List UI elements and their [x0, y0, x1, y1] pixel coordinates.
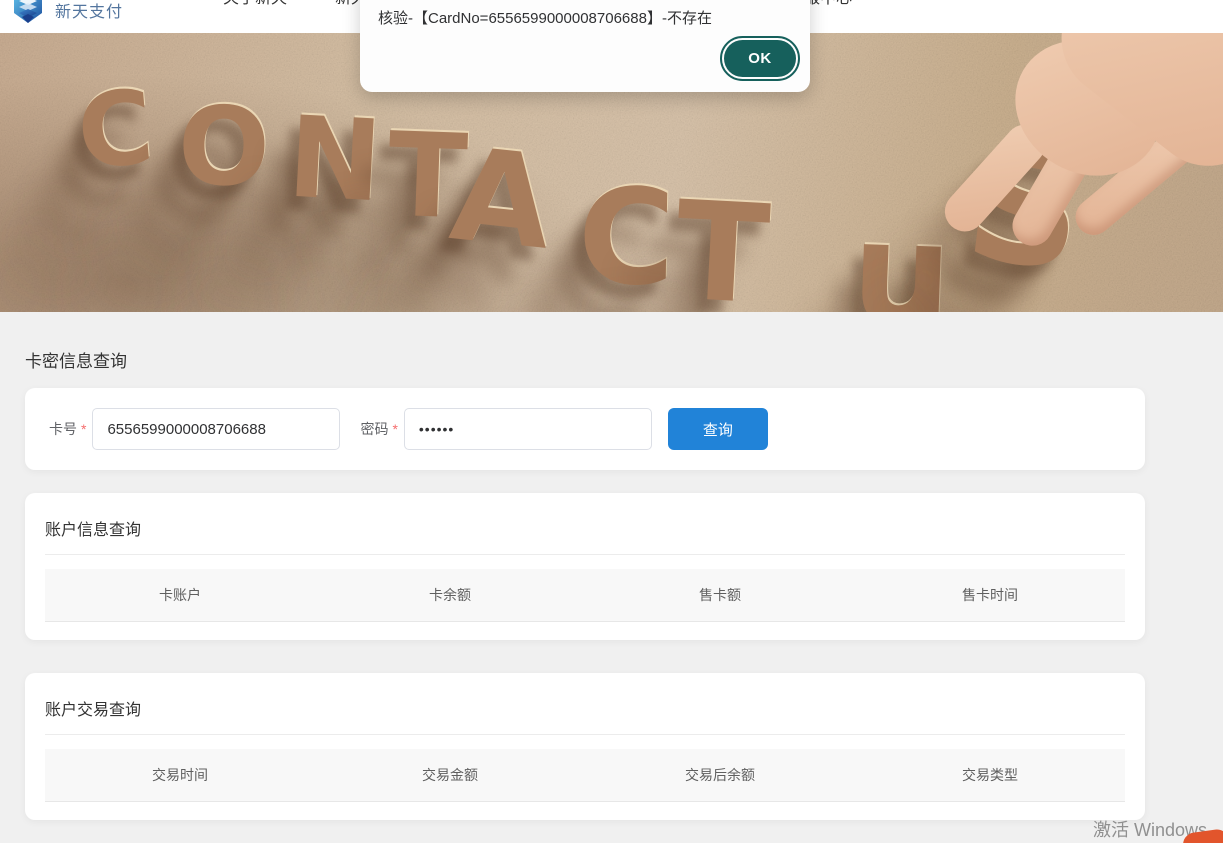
- alert-dialog: 核验-【CardNo=6556599000008706688】-不存在 OK: [360, 0, 810, 92]
- column-header: 售卡额: [585, 585, 855, 605]
- divider: [45, 734, 1125, 735]
- banner-letter: C: [577, 160, 677, 312]
- card-no-input[interactable]: [92, 408, 340, 450]
- password-label: 密码: [360, 419, 388, 439]
- nav-item-service-center[interactable]: 服中心: [804, 0, 852, 7]
- banner-letter: C: [73, 68, 158, 193]
- brand-logo-icon: [10, 0, 46, 27]
- banner-letter: u: [849, 191, 954, 312]
- column-header: 售卡时间: [855, 585, 1125, 605]
- account-info-table-header: 卡账户 卡余额 售卡额 售卡时间: [45, 569, 1125, 622]
- column-header: 交易金额: [315, 765, 585, 785]
- password-input[interactable]: [404, 408, 652, 450]
- brand-name: 新天支付: [55, 0, 123, 22]
- card-query-page: 新天支付 关于新天 新天 服中心 C O N T A C T u S 核验-【C…: [0, 0, 1223, 843]
- divider: [45, 554, 1125, 555]
- banner-letter: O: [177, 84, 271, 211]
- banner-letter: T: [672, 173, 773, 312]
- account-info-card: 账户信息查询 卡账户 卡余额 售卡额 售卡时间: [25, 493, 1145, 640]
- column-header: 交易类型: [855, 765, 1125, 785]
- required-asterisk: *: [392, 421, 397, 437]
- query-button[interactable]: 查询: [668, 408, 768, 450]
- column-header: 卡账户: [45, 585, 315, 605]
- transactions-title: 账户交易查询: [45, 673, 1125, 720]
- transactions-card: 账户交易查询 交易时间 交易金额 交易后余额 交易类型: [25, 673, 1145, 820]
- page-title: 卡密信息查询: [25, 347, 127, 372]
- banner-letter: A: [444, 120, 558, 279]
- card-no-label: 卡号: [49, 419, 77, 439]
- transactions-table-header: 交易时间 交易金额 交易后余额 交易类型: [45, 749, 1125, 802]
- alert-message: 核验-【CardNo=6556599000008706688】-不存在: [378, 7, 712, 28]
- column-header: 交易后余额: [585, 765, 855, 785]
- brand-home-link[interactable]: 新天支付: [10, 0, 123, 27]
- banner-letter: N: [285, 93, 385, 228]
- ok-button[interactable]: OK: [724, 40, 796, 77]
- column-header: 交易时间: [45, 765, 315, 785]
- required-asterisk: *: [81, 421, 86, 437]
- account-info-title: 账户信息查询: [45, 493, 1125, 540]
- nav-item-about[interactable]: 关于新天: [223, 0, 287, 7]
- column-header: 卡余额: [315, 585, 585, 605]
- query-form-card: 卡号 * 密码 * 查询: [25, 388, 1145, 470]
